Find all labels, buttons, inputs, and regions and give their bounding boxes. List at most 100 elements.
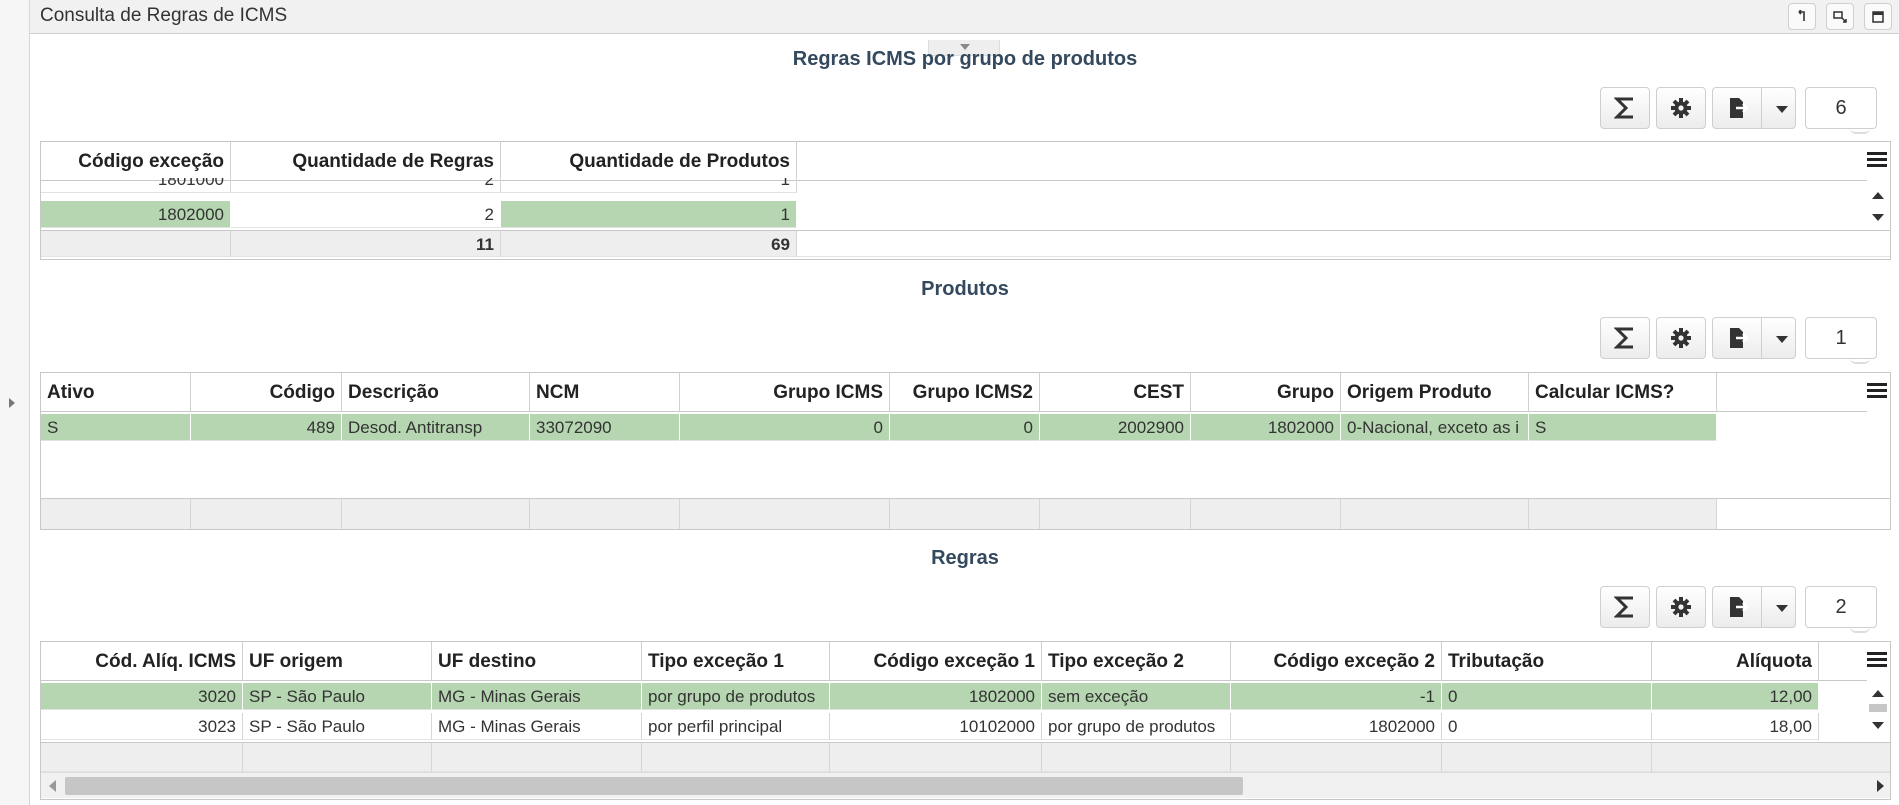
total-cell bbox=[1652, 742, 1890, 772]
toolbar-grupos: 6 bbox=[1600, 87, 1880, 134]
record-count: 6 bbox=[1805, 87, 1877, 134]
table-cell: 0 bbox=[1442, 683, 1652, 710]
grid-header: Cód. Alíq. ICMS UF origem UF destino Tip… bbox=[41, 642, 1867, 681]
table-cell: 0 bbox=[890, 414, 1040, 441]
grid-header: Código exceção Quantidade de Regras Quan… bbox=[41, 142, 1867, 181]
sum-button[interactable] bbox=[1600, 317, 1650, 359]
sum-button[interactable] bbox=[1600, 87, 1650, 129]
caret-down-icon[interactable] bbox=[1776, 605, 1788, 612]
column-menu-icon[interactable] bbox=[1867, 383, 1887, 401]
column-header[interactable]: Tributação bbox=[1442, 642, 1652, 681]
column-header[interactable]: Grupo bbox=[1191, 373, 1341, 412]
sum-button[interactable] bbox=[1600, 586, 1650, 628]
scroll-up-icon[interactable] bbox=[1872, 690, 1884, 697]
column-header[interactable]: Tipo exceção 1 bbox=[642, 642, 830, 681]
table-cell: 1802000 bbox=[1191, 414, 1341, 441]
table-cell: 2 bbox=[231, 178, 501, 193]
column-header[interactable]: Código exceção bbox=[41, 142, 231, 181]
total-cell bbox=[1042, 742, 1231, 772]
horizontal-scrollbar[interactable] bbox=[41, 772, 1890, 798]
settings-button[interactable] bbox=[1656, 87, 1706, 129]
sigma-icon bbox=[1614, 97, 1633, 119]
toolbar-regras: 2 bbox=[1600, 586, 1880, 633]
gear-icon bbox=[1671, 597, 1691, 617]
column-header[interactable]: Quantidade de Regras bbox=[231, 142, 501, 181]
totals-row: 11 69 bbox=[41, 230, 1890, 257]
column-header[interactable]: Código exceção 1 bbox=[830, 642, 1042, 681]
column-header[interactable]: Calcular ICMS? bbox=[1529, 373, 1717, 412]
totals-row bbox=[41, 742, 1890, 772]
table-cell: 1801000 bbox=[41, 178, 231, 193]
column-header[interactable]: Ativo bbox=[41, 373, 191, 412]
table-cell: 2002900 bbox=[1040, 414, 1191, 441]
scroll-down-icon[interactable] bbox=[1872, 722, 1884, 729]
expand-arrow-icon[interactable] bbox=[9, 398, 15, 408]
left-collapse-strip[interactable] bbox=[0, 0, 30, 805]
maximize-window-icon[interactable] bbox=[1864, 3, 1892, 30]
column-header[interactable]: NCM bbox=[530, 373, 680, 412]
export-button[interactable] bbox=[1712, 586, 1796, 628]
settings-button[interactable] bbox=[1656, 317, 1706, 359]
column-header[interactable]: Quantidade de Produtos bbox=[501, 142, 797, 181]
table-cell: -1 bbox=[1231, 683, 1442, 710]
total-cell bbox=[1191, 498, 1341, 529]
export-button[interactable] bbox=[1712, 87, 1796, 129]
table-cell: MG - Minas Gerais bbox=[432, 713, 642, 740]
column-header[interactable]: Alíquota bbox=[1652, 642, 1819, 681]
total-cell bbox=[1442, 742, 1652, 772]
column-menu-icon[interactable] bbox=[1867, 652, 1887, 670]
settings-button[interactable] bbox=[1656, 586, 1706, 628]
scroll-left-icon[interactable] bbox=[49, 780, 56, 792]
scroll-down-icon[interactable] bbox=[1872, 214, 1884, 221]
vertical-scroll-thumb[interactable] bbox=[1869, 704, 1887, 712]
column-header[interactable]: Tipo exceção 2 bbox=[1042, 642, 1231, 681]
horizontal-scroll-thumb[interactable] bbox=[65, 777, 1243, 795]
gear-icon bbox=[1671, 328, 1691, 348]
column-header[interactable]: Cód. Alíq. ICMS bbox=[41, 642, 243, 681]
column-header[interactable]: Código bbox=[191, 373, 342, 412]
table-cell: 10102000 bbox=[830, 713, 1042, 740]
undo-icon[interactable] bbox=[1788, 3, 1816, 30]
table-cell: 1802000 bbox=[830, 683, 1042, 710]
section-title-grupos: Regras ICMS por grupo de produtos bbox=[792, 48, 1138, 70]
table-row[interactable]: 3020 SP - São Paulo MG - Minas Gerais po… bbox=[41, 683, 1831, 710]
column-header[interactable]: Origem Produto bbox=[1341, 373, 1529, 412]
caret-down-icon[interactable] bbox=[1776, 336, 1788, 343]
table-row[interactable]: S 489 Desod. Antitransp 33072090 0 0 200… bbox=[41, 414, 1717, 441]
export-document-icon bbox=[1730, 328, 1749, 348]
column-header[interactable]: Grupo ICMS2 bbox=[890, 373, 1040, 412]
export-button[interactable] bbox=[1712, 317, 1796, 359]
table-cell: 33072090 bbox=[530, 414, 680, 441]
table-cell: 489 bbox=[191, 414, 342, 441]
column-header[interactable]: CEST bbox=[1040, 373, 1191, 412]
vertical-scrollbar[interactable] bbox=[1866, 182, 1890, 230]
button-divider bbox=[1761, 318, 1762, 358]
table-row[interactable]: 1802000 2 1 bbox=[41, 201, 801, 228]
total-cell: 11 bbox=[231, 230, 501, 257]
restore-window-icon[interactable] bbox=[1826, 3, 1854, 30]
column-header[interactable]: UF origem bbox=[243, 642, 432, 681]
vertical-scrollbar[interactable] bbox=[1866, 682, 1890, 740]
total-cell bbox=[1529, 498, 1717, 529]
table-row[interactable]: 3023 SP - São Paulo MG - Minas Gerais po… bbox=[41, 713, 1831, 740]
total-cell bbox=[1040, 498, 1191, 529]
column-menu-icon[interactable] bbox=[1867, 152, 1887, 170]
total-cell bbox=[890, 498, 1040, 529]
scroll-right-icon[interactable] bbox=[1877, 780, 1884, 792]
scroll-up-icon[interactable] bbox=[1872, 192, 1884, 199]
total-cell: 69 bbox=[501, 230, 797, 257]
total-cell bbox=[830, 742, 1042, 772]
column-header[interactable]: Descrição bbox=[342, 373, 530, 412]
total-cell bbox=[342, 498, 530, 529]
grid-produtos: Ativo Código Descrição NCM Grupo ICMS Gr… bbox=[40, 372, 1891, 530]
table-cell: 3020 bbox=[41, 683, 243, 710]
total-filler bbox=[797, 230, 1890, 257]
table-row[interactable]: 1801000 2 1 bbox=[41, 178, 801, 193]
column-header[interactable]: Grupo ICMS bbox=[680, 373, 890, 412]
window-title: Consulta de Regras de ICMS bbox=[40, 5, 288, 26]
column-header[interactable]: UF destino bbox=[432, 642, 642, 681]
gear-icon bbox=[1671, 98, 1691, 118]
column-header[interactable]: Código exceção 2 bbox=[1231, 642, 1442, 681]
caret-down-icon[interactable] bbox=[1776, 106, 1788, 113]
section-title-produtos: Produtos bbox=[921, 278, 1009, 300]
